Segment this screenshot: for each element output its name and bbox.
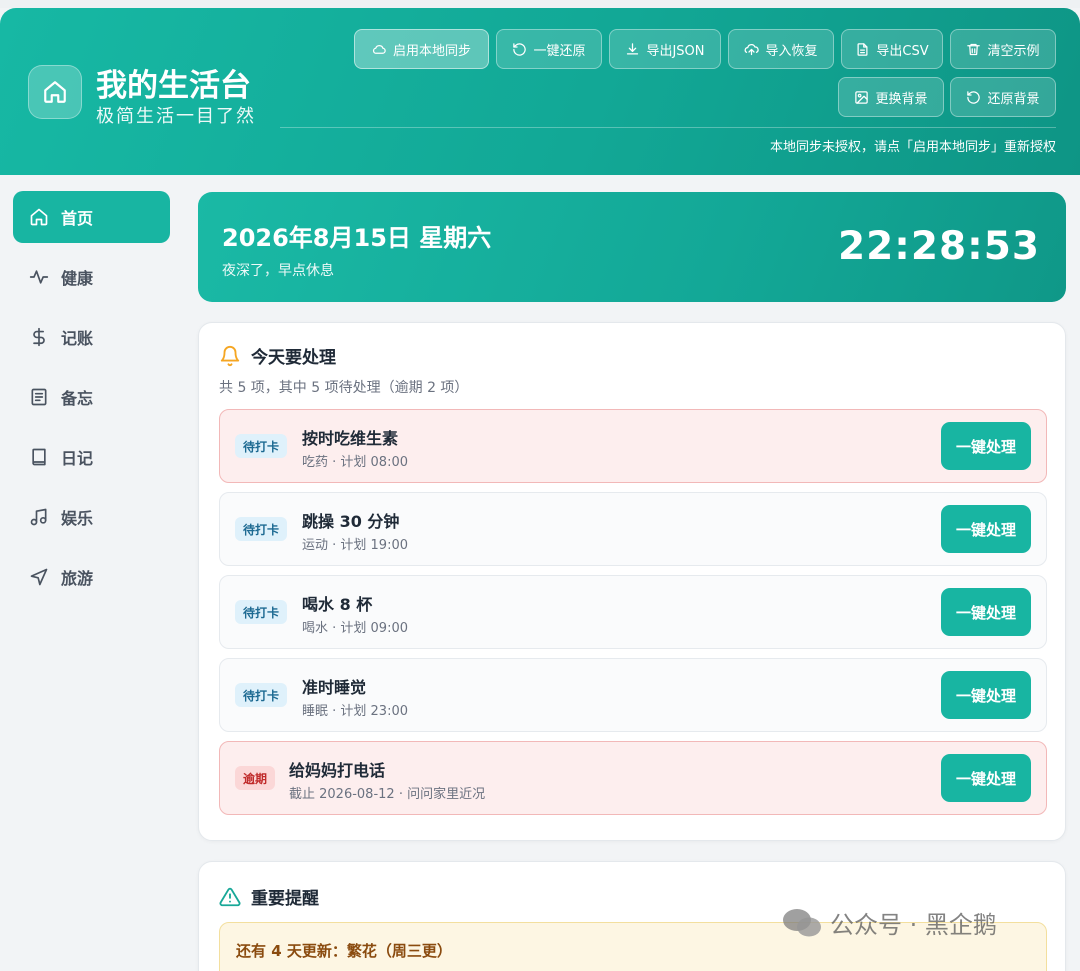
note-icon (31, 388, 47, 406)
status-badge: 待打卡 (235, 683, 288, 707)
download-icon (627, 42, 639, 54)
file-text-icon (857, 42, 868, 56)
home-icon (44, 81, 66, 103)
status-badge: 待打卡 (235, 517, 288, 541)
clear-examples-label: 清空示例 (987, 43, 1040, 59)
pulse-icon (29, 270, 49, 284)
trash-icon (967, 43, 981, 55)
rotate-ccw-icon (513, 42, 527, 56)
dollar-icon (33, 327, 45, 347)
import-restore-button[interactable]: 导入恢复 (728, 29, 834, 69)
book-icon (32, 448, 46, 466)
music-icon (30, 508, 47, 526)
task-row: 待打卡 准时睡觉 睡眠 · 计划 23:00 一键处理 (219, 658, 1047, 732)
image-icon (855, 90, 869, 104)
status-badge: 待打卡 (235, 434, 288, 458)
task-meta: 喝水 · 计划 09:00 (302, 621, 408, 636)
sidebar-item-accounting[interactable]: 记账 (13, 311, 170, 363)
process-button[interactable]: 一键处理 (941, 588, 1031, 636)
sidebar-item-travel[interactable]: 旅游 (13, 551, 170, 603)
task-name: 喝水 8 杯 (302, 595, 373, 614)
cloud-icon (372, 44, 386, 54)
watermark-text: 公众号 · 黑企鹅 (830, 911, 997, 939)
sidebar-item-label: 旅游 (61, 569, 94, 588)
task-row: 待打卡 按时吃维生素 吃药 · 计划 08:00 一键处理 (219, 409, 1047, 483)
home-icon (30, 208, 48, 226)
sidebar-item-memo[interactable]: 备忘 (13, 371, 170, 423)
change-background-label: 更换背景 (875, 91, 928, 107)
sidebar-item-label: 日记 (61, 449, 94, 468)
reminder-title-text: 重要提醒 (251, 889, 319, 909)
task-name: 给妈妈打电话 (289, 761, 386, 780)
rotate-ccw-icon (967, 90, 981, 104)
enable-sync-label: 启用本地同步 (392, 43, 471, 59)
app-title: 我的生活台 (96, 68, 251, 104)
sidebar-item-entertainment[interactable]: 娱乐 (13, 491, 170, 543)
task-name: 准时睡觉 (302, 678, 367, 697)
status-badge: 待打卡 (235, 600, 288, 624)
task-name: 按时吃维生素 (302, 429, 399, 448)
sidebar-item-label: 首页 (61, 209, 94, 228)
navigation-icon (30, 568, 48, 586)
today-title: 今天要处理 (219, 343, 336, 368)
task-row: 逾期 给妈妈打电话 截止 2026-08-12 · 问问家里近况 一键处理 (219, 741, 1047, 815)
export-json-button[interactable]: 导出JSON (609, 29, 721, 69)
reminder-text: 还有 4 天更新：繁花（周三更） (236, 942, 452, 960)
process-button[interactable]: 一键处理 (941, 505, 1031, 553)
change-background-button[interactable]: 更换背景 (838, 77, 944, 117)
task-row: 待打卡 跳操 30 分钟 运动 · 计划 19:00 一键处理 (219, 492, 1047, 566)
reminder-title: 重要提醒 (219, 884, 319, 909)
window-top-strip (0, 0, 1080, 8)
date-card: 2026年8月15日 星期六 夜深了，早点休息 22:28:53 (198, 192, 1066, 302)
enable-sync-button[interactable]: 启用本地同步 (354, 29, 489, 69)
task-meta: 截止 2026-08-12 · 问问家里近况 (289, 787, 486, 802)
brand-logo (28, 65, 82, 119)
sidebar-item-label: 健康 (61, 269, 94, 288)
sidebar-item-label: 记账 (61, 329, 94, 348)
export-csv-button[interactable]: 导出CSV (841, 29, 943, 69)
current-date: 2026年8月15日 星期六 (222, 224, 492, 252)
greeting: 夜深了，早点休息 (222, 263, 334, 279)
watermark: 公众号 · 黑企鹅 (782, 905, 997, 940)
task-row: 待打卡 喝水 8 杯 喝水 · 计划 09:00 一键处理 (219, 575, 1047, 649)
app-subtitle: 极简生活一目了然 (96, 106, 256, 127)
sidebar-item-label: 娱乐 (61, 509, 94, 528)
sidebar-item-diary[interactable]: 日记 (13, 431, 170, 483)
process-button[interactable]: 一键处理 (941, 422, 1031, 470)
task-meta: 运动 · 计划 19:00 (302, 538, 408, 553)
today-card: 今天要处理 共 5 项，其中 5 项待处理（逾期 2 项） 待打卡 按时吃维生素… (198, 322, 1066, 841)
wechat-icon (783, 908, 821, 936)
task-meta: 睡眠 · 计划 23:00 (302, 704, 408, 719)
today-title-text: 今天要处理 (251, 348, 336, 368)
one-click-restore-label: 一键还原 (533, 43, 586, 59)
one-click-restore-button[interactable]: 一键还原 (496, 29, 602, 69)
process-button[interactable]: 一键处理 (941, 671, 1031, 719)
app-header: 我的生活台 极简生活一目了然 启用本地同步 一键还原 导出JSON 导入恢复 导… (0, 8, 1080, 175)
clear-examples-button[interactable]: 清空示例 (950, 29, 1056, 69)
clock: 22:28:53 (837, 224, 1040, 269)
sync-notice: 本地同步未授权，请点「启用本地同步」重新授权 (769, 140, 1056, 155)
upload-cloud-icon (745, 43, 760, 55)
header-divider (280, 127, 1056, 128)
sidebar-item-health[interactable]: 健康 (13, 251, 170, 303)
import-restore-label: 导入恢复 (765, 43, 818, 59)
sidebar-item-home[interactable]: 首页 (13, 191, 170, 243)
overdue-badge: 逾期 (235, 766, 276, 790)
export-json-label: 导出JSON (646, 43, 705, 59)
restore-background-button[interactable]: 还原背景 (950, 77, 1056, 117)
alert-triangle-icon (219, 887, 241, 906)
export-csv-label: 导出CSV (876, 43, 929, 59)
task-meta: 吃药 · 计划 08:00 (302, 455, 408, 470)
process-button[interactable]: 一键处理 (941, 754, 1031, 802)
task-name: 跳操 30 分钟 (302, 512, 400, 531)
bell-icon (220, 345, 240, 366)
sidebar-item-label: 备忘 (61, 389, 94, 408)
today-summary: 共 5 项，其中 5 项待处理（逾期 2 项） (219, 380, 469, 396)
restore-background-label: 还原背景 (987, 91, 1040, 107)
